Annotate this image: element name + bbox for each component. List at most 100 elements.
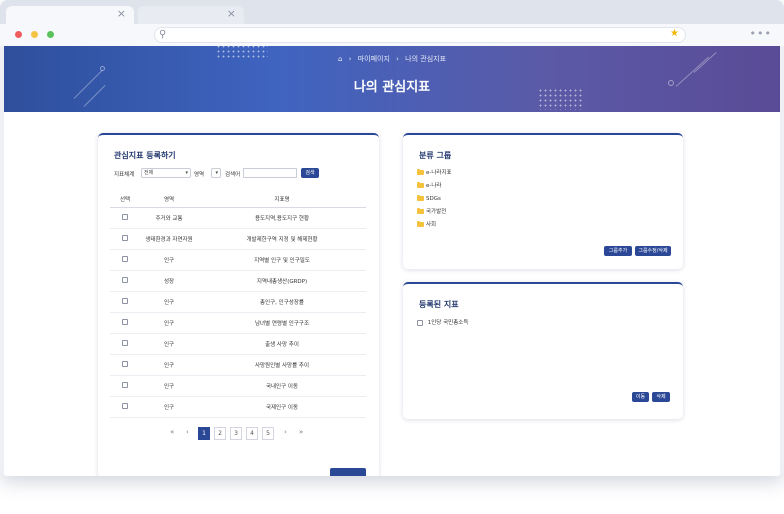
table-row: 주거와 교통 용도지역,용도지구 현황	[110, 207, 366, 229]
group-item-label: e-나라	[426, 183, 442, 189]
row-select-cell	[110, 291, 140, 313]
row-checkbox[interactable]	[122, 361, 128, 368]
row-area: 인구	[140, 249, 198, 271]
keyword-input[interactable]	[243, 168, 297, 178]
next-page-button[interactable]: ›	[284, 428, 287, 436]
table-row: 생태환경과 자연자원 개발제한구역 지정 및 해제현황	[110, 228, 366, 250]
window-close-dot[interactable]	[15, 31, 22, 38]
first-page-button[interactable]: «	[170, 428, 174, 436]
search-button[interactable]: 검색	[301, 168, 319, 178]
edit-group-button[interactable]: 그룹수정/삭제	[635, 246, 671, 256]
row-indicator-name: 남녀별 연령별 인구구조	[198, 312, 366, 334]
close-tab-icon[interactable]: ×	[117, 7, 126, 20]
row-select-cell	[110, 312, 140, 334]
table-row: 인구 남녀별 연령별 인구구조	[110, 312, 366, 334]
row-select-cell	[110, 396, 140, 418]
row-checkbox[interactable]	[122, 256, 128, 263]
keyword-label: 검색어	[225, 172, 241, 178]
system-select-value: 전체	[144, 170, 154, 176]
row-indicator-name: 총인구, 인구성장률	[198, 291, 366, 313]
row-indicator-name: 개발제한구역 지정 및 해제현황	[198, 228, 366, 250]
folder-icon	[417, 182, 424, 188]
registered-item-label: 1인당 국민총소득	[427, 320, 469, 326]
row-indicator-name: 용도지역,용도지구 현황	[198, 207, 366, 229]
row-checkbox[interactable]	[122, 382, 128, 389]
row-checkbox[interactable]	[122, 319, 128, 326]
register-indicator-panel: 관심지표 등록하기 지표체계 전체 ▾ 영역 ▾ 검색어 검색 선택 영역 지표…	[98, 133, 379, 476]
window-maximize-dot[interactable]	[47, 31, 54, 38]
registered-item-checkbox[interactable]	[417, 319, 423, 326]
row-area: 생태환경과 자연자원	[140, 228, 198, 250]
page-button-4[interactable]: 4	[246, 427, 258, 440]
table-row: 인구 국제인구 이동	[110, 396, 366, 418]
breadcrumb-mypage[interactable]: 마이페이지	[358, 55, 390, 63]
row-indicator-name: 지역내총생산(GRDP)	[198, 270, 366, 292]
group-item[interactable]: 사회	[417, 220, 452, 233]
system-select[interactable]: 전체 ▾	[141, 168, 191, 178]
table-row: 인구 총인구, 인구성장률	[110, 291, 366, 313]
close-tab-icon[interactable]: ×	[227, 7, 236, 20]
registered-indicators-panel: 등록된 지표 1인당 국민총소득 이동 삭제	[403, 282, 683, 419]
breadcrumb-separator: ›	[348, 55, 352, 63]
register-panel-title: 관심지표 등록하기	[114, 151, 176, 160]
add-group-button[interactable]: 그룹추가	[604, 246, 632, 256]
row-indicator-name: 지역별 인구 및 인구밀도	[198, 249, 366, 271]
row-select-cell	[110, 207, 140, 229]
registered-panel-title: 등록된 지표	[419, 300, 459, 309]
move-button[interactable]: 이동	[632, 392, 649, 402]
group-item-label: 국가발전	[426, 209, 447, 215]
window-minimize-dot[interactable]	[31, 31, 38, 38]
row-checkbox[interactable]	[122, 277, 128, 284]
group-panel-title: 분류 그룹	[419, 151, 452, 160]
home-icon[interactable]: ⌂	[338, 55, 342, 63]
indicator-table-body: 주거와 교통 용도지역,용도지구 현황 생태환경과 자연자원 개발제한구역 지정 및 …	[110, 207, 366, 418]
decor-circle	[100, 66, 105, 71]
prev-page-button[interactable]: ‹	[186, 428, 189, 436]
row-area: 인구	[140, 396, 198, 418]
address-bar[interactable]: ⚲ ★	[154, 27, 686, 43]
bookmark-star-icon[interactable]: ★	[670, 28, 679, 39]
page-button-5[interactable]: 5	[262, 427, 274, 440]
group-item[interactable]: e-나라지표	[417, 168, 452, 181]
browser-tab-1[interactable]: ×	[6, 6, 134, 24]
row-area: 주거와 교통	[140, 207, 198, 229]
row-indicator-name: 국제인구 이동	[198, 396, 366, 418]
page-content: 관심지표 등록하기 지표체계 전체 ▾ 영역 ▾ 검색어 검색 선택 영역 지표…	[4, 112, 780, 476]
area-select[interactable]: ▾	[211, 168, 221, 178]
row-select-cell	[110, 249, 140, 271]
row-indicator-name: 출생 사망 추이	[198, 333, 366, 355]
row-area: 인구	[140, 291, 198, 313]
browser-menu-icon[interactable]: •••	[750, 27, 772, 40]
delete-button[interactable]: 삭제	[652, 392, 670, 402]
group-item[interactable]: SDGs	[417, 194, 452, 207]
page-button-3[interactable]: 3	[230, 427, 242, 440]
page-banner: ⌂ › 마이페이지 › 나의 관심지표 나의 관심지표	[4, 46, 780, 112]
row-checkbox[interactable]	[122, 214, 128, 221]
filter-row: 지표체계 전체 ▾ 영역 ▾ 검색어 검색	[114, 168, 364, 179]
registered-item[interactable]: 1인당 국민총소득	[417, 318, 468, 326]
folder-icon	[417, 221, 424, 227]
last-page-button[interactable]: »	[299, 428, 303, 436]
group-item[interactable]: 국가발전	[417, 207, 452, 220]
row-checkbox[interactable]	[122, 235, 128, 242]
column-select: 선택	[110, 192, 140, 208]
table-row: 인구 지역별 인구 및 인구밀도	[110, 249, 366, 271]
row-checkbox[interactable]	[122, 340, 128, 347]
row-area: 인구	[140, 333, 198, 355]
pagination: « ‹ 1 2 3 4 5 › »	[170, 427, 320, 441]
group-item-label: e-나라지표	[426, 170, 452, 176]
folder-icon	[417, 169, 424, 175]
page-button-2[interactable]: 2	[214, 427, 226, 440]
group-item[interactable]: e-나라	[417, 181, 452, 194]
row-checkbox[interactable]	[122, 403, 128, 410]
row-indicator-name: 사망원인별 사망률 추이	[198, 354, 366, 376]
page-button-1[interactable]: 1	[198, 427, 210, 440]
row-select-cell	[110, 270, 140, 292]
tab-bar: × ×	[0, 0, 784, 24]
browser-tab-2[interactable]: ×	[138, 6, 244, 24]
register-button[interactable]	[330, 468, 366, 476]
system-label: 지표체계	[114, 172, 135, 178]
column-area: 영역	[140, 192, 198, 208]
group-panel: 분류 그룹 e-나라지표 e-나라 SDGs 국가발전사회 그룹추가 그룹수정/삭제	[403, 133, 683, 269]
row-checkbox[interactable]	[122, 298, 128, 305]
